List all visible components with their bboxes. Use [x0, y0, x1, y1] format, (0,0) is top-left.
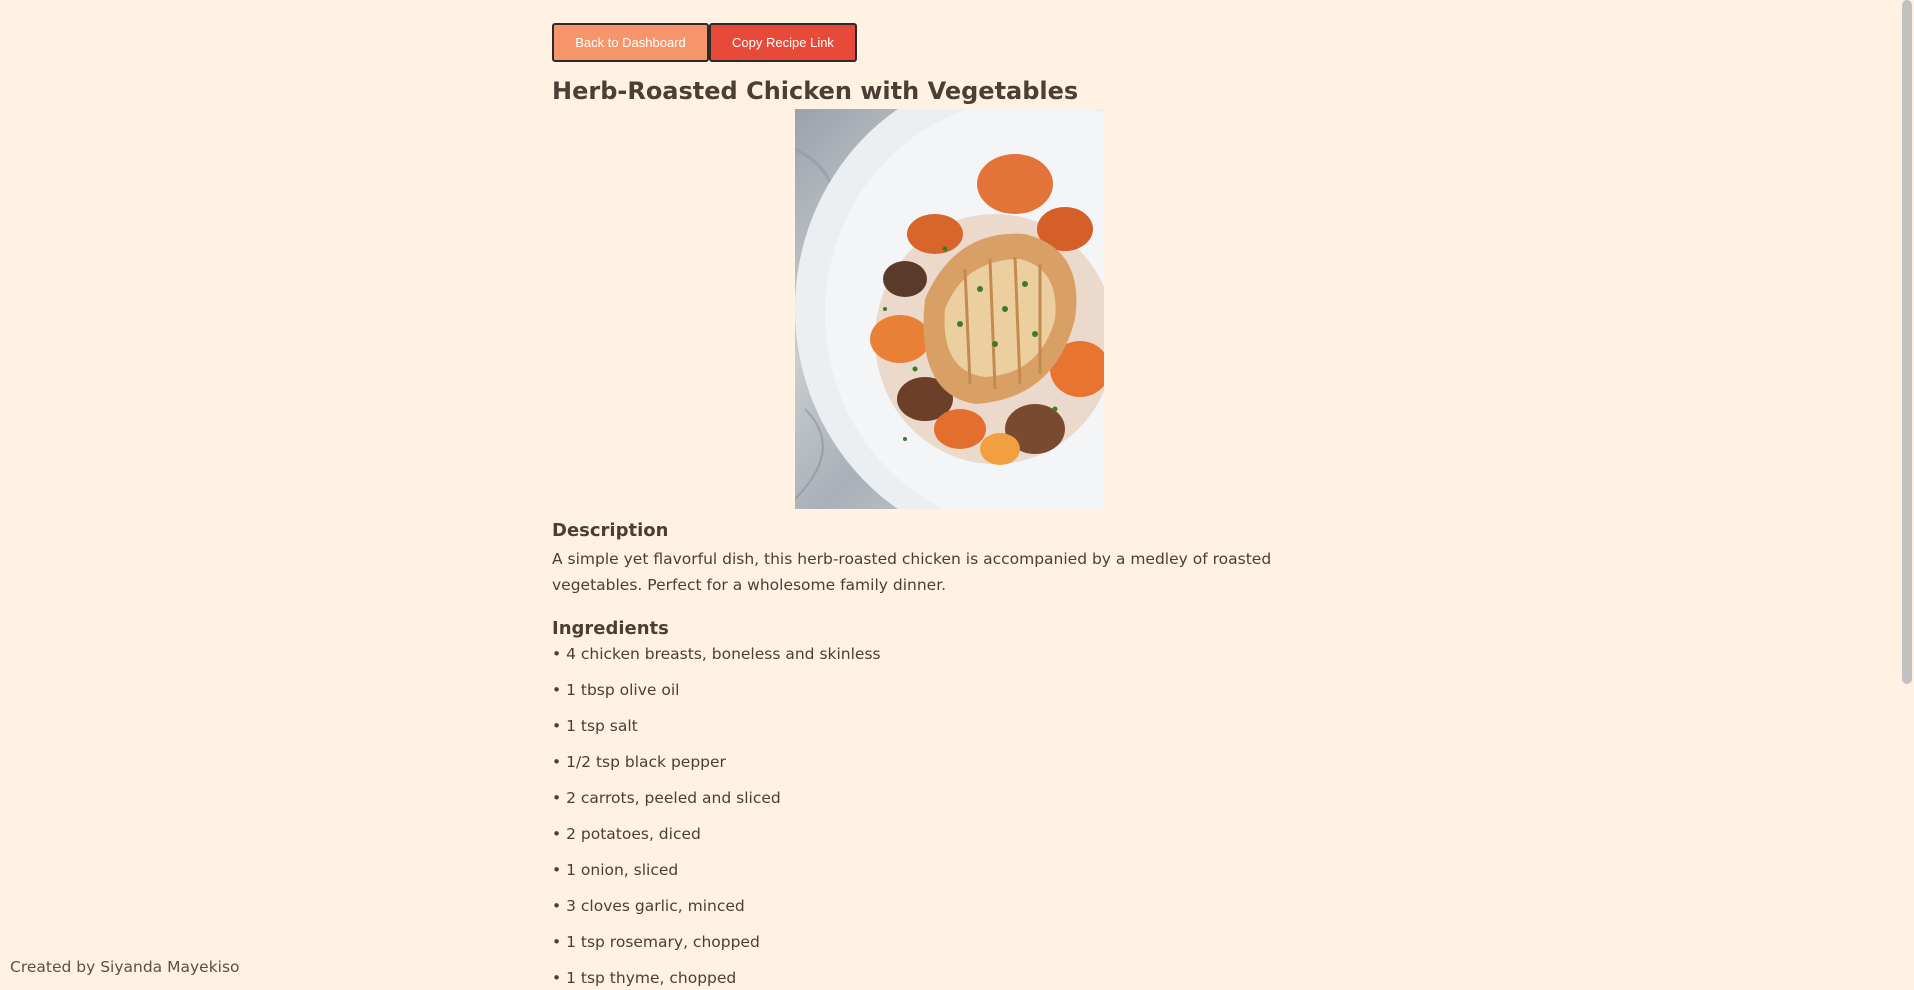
- description-heading: Description: [552, 520, 669, 541]
- bullet: •: [552, 789, 562, 807]
- ingredient-item: • 1 onion, sliced: [552, 860, 1346, 896]
- action-bar: Back to Dashboard Copy Recipe Link: [552, 23, 1346, 62]
- copy-recipe-link-button[interactable]: Copy Recipe Link: [709, 23, 857, 62]
- recipe-image-container: [552, 109, 1346, 509]
- ingredient-text: 1 tsp salt: [566, 717, 638, 735]
- ingredient-text: 1 onion, sliced: [566, 861, 679, 879]
- bullet: •: [552, 645, 562, 663]
- ingredient-item: • 1 tsp rosemary, chopped: [552, 932, 1346, 968]
- bullet: •: [552, 897, 562, 915]
- bullet: •: [552, 861, 562, 879]
- ingredient-text: 1 tbsp olive oil: [566, 681, 680, 699]
- footer-credit: Created by Siyanda Mayekiso: [10, 958, 240, 976]
- ingredient-text: 1/2 tsp black pepper: [566, 753, 726, 771]
- bullet: •: [552, 717, 562, 735]
- ingredient-item: • 1 tsp thyme, chopped: [552, 968, 1346, 990]
- ingredient-text: 1 tsp rosemary, chopped: [566, 933, 760, 951]
- bullet: •: [552, 825, 562, 843]
- recipe-content: Back to Dashboard Copy Recipe Link Herb-…: [552, 23, 1346, 990]
- ingredient-text: 4 chicken breasts, boneless and skinless: [566, 645, 881, 663]
- ingredient-item: • 1 tsp salt: [552, 716, 1346, 752]
- ingredient-item: • 4 chicken breasts, boneless and skinle…: [552, 644, 1346, 680]
- bullet: •: [552, 753, 562, 771]
- ingredient-text: 2 potatoes, diced: [566, 825, 701, 843]
- ingredient-item: • 3 cloves garlic, minced: [552, 896, 1346, 932]
- description-text: A simple yet flavorful dish, this herb-r…: [552, 550, 1272, 594]
- bullet: •: [552, 969, 562, 987]
- ingredient-text: 3 cloves garlic, minced: [566, 897, 745, 915]
- ingredient-item: • 1 tbsp olive oil: [552, 680, 1346, 716]
- ingredients-list: • 4 chicken breasts, boneless and skinle…: [552, 644, 1346, 990]
- ingredient-item: • 2 carrots, peeled and sliced: [552, 788, 1346, 824]
- bullet: •: [552, 933, 562, 951]
- recipe-image: [794, 109, 1104, 509]
- ingredient-item: • 2 potatoes, diced: [552, 824, 1346, 860]
- vertical-scrollbar[interactable]: [1900, 0, 1914, 990]
- ingredients-heading: Ingredients: [552, 618, 669, 639]
- recipe-page: Back to Dashboard Copy Recipe Link Herb-…: [0, 0, 1914, 990]
- ingredient-text: 1 tsp thyme, chopped: [566, 969, 737, 987]
- ingredient-item: • 1/2 tsp black pepper: [552, 752, 1346, 788]
- recipe-title: Herb-Roasted Chicken with Vegetables: [552, 77, 1079, 105]
- ingredient-text: 2 carrots, peeled and sliced: [566, 789, 781, 807]
- recipe-photo-illustration: [794, 109, 1104, 509]
- scrollbar-thumb[interactable]: [1902, 0, 1912, 684]
- back-to-dashboard-button[interactable]: Back to Dashboard: [552, 23, 709, 62]
- bullet: •: [552, 681, 562, 699]
